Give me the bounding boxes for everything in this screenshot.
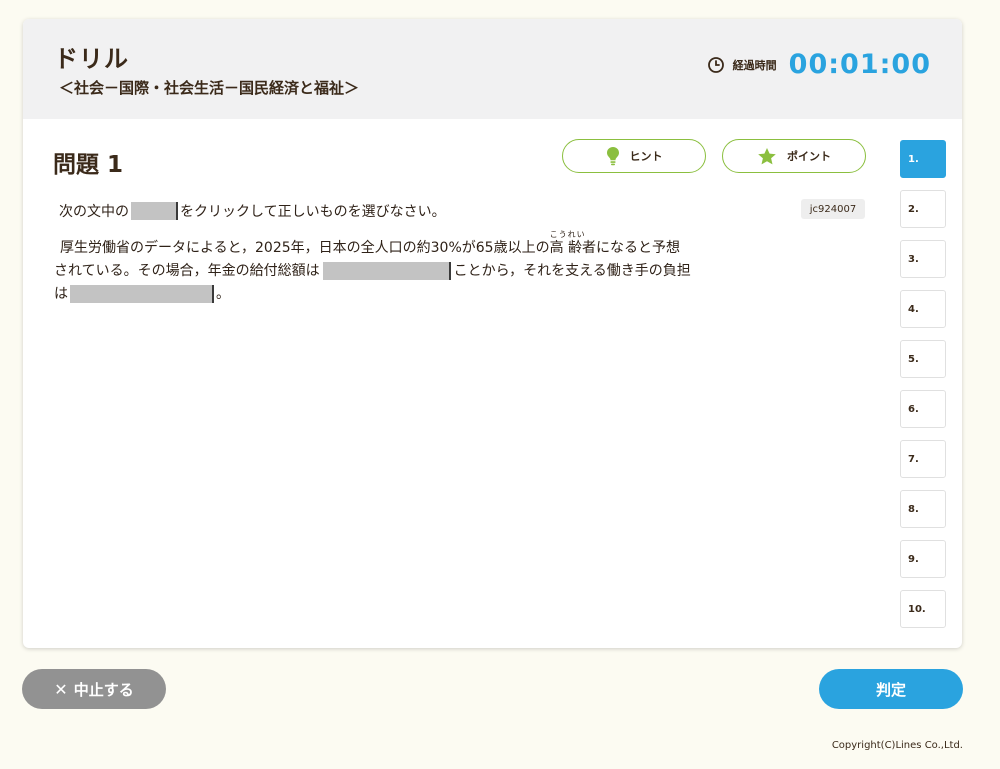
clock-icon <box>707 56 725 74</box>
question-nav-item-3[interactable]: 3. <box>900 240 946 278</box>
passage-text: は <box>54 286 68 302</box>
instruction-after: をクリックして正しいものを選びなさい。 <box>180 204 446 220</box>
question-nav-item-5[interactable]: 5. <box>900 340 946 378</box>
passage-text: 者になると予想 <box>582 240 681 256</box>
passage-text: ことから，それを支える働き手の負担 <box>453 263 691 279</box>
quit-button[interactable]: ✕ 中止する <box>22 669 166 709</box>
timer-label: 経過時間 <box>732 58 777 72</box>
page-title: ドリル <box>54 45 129 73</box>
question-nav-item-8[interactable]: 8. <box>900 490 946 528</box>
instruction-before: 次の文中の <box>59 204 129 220</box>
instruction-text: 次の文中の をクリックして正しいものを選びなさい。 <box>59 201 446 221</box>
drill-card: ドリル ＜社会－国際・社会生活－国民経済と福祉＞ 経過時間 00:01:00 問… <box>23 19 962 648</box>
question-title: 問題 1 <box>53 152 124 178</box>
answer-blank-1[interactable] <box>322 262 451 280</box>
copyright-text: Copyright(C)Lines Co.,Ltd. <box>831 740 963 751</box>
sample-blank <box>131 202 178 220</box>
hint-button[interactable]: ヒント <box>562 139 706 173</box>
star-icon <box>758 147 776 164</box>
passage-line-2: されている。その場合，年金の給付総額は ことから，それを支える働き手の負担 <box>54 260 774 283</box>
passage-text: されている。その場合，年金の給付総額は <box>54 263 320 279</box>
question-nav-item-7[interactable]: 7. <box>900 440 946 478</box>
passage-text: 厚生労働省のデータによると，2025年，日本の全人口の約30%が65歳以上の <box>60 240 550 256</box>
answer-blank-2[interactable] <box>70 285 214 303</box>
elapsed-timer: 経過時間 00:01:00 <box>707 49 931 80</box>
card-header: ドリル ＜社会－国際・社会生活－国民経済と福祉＞ 経過時間 00:01:00 <box>23 19 962 119</box>
question-nav-item-9[interactable]: 9. <box>900 540 946 578</box>
question-code-badge: jc924007 <box>801 199 865 219</box>
question-nav-item-2[interactable]: 2. <box>900 190 946 228</box>
question-nav-item-6[interactable]: 6. <box>900 390 946 428</box>
point-label: ポイント <box>787 150 831 163</box>
question-nav-item-1[interactable]: 1. <box>900 140 946 178</box>
lightbulb-icon <box>606 147 619 166</box>
point-button[interactable]: ポイント <box>722 139 866 173</box>
question-nav-item-4[interactable]: 4. <box>900 290 946 328</box>
judge-button[interactable]: 判定 <box>819 669 963 709</box>
timer-value: 00:01:00 <box>788 49 931 80</box>
question-nav-item-10[interactable]: 10. <box>900 590 946 628</box>
passage-line-1: 厚生労働省のデータによると，2025年，日本の全人口の約30%が65歳以上の こう… <box>54 230 774 260</box>
furigana-word: こうれい高 齢 <box>550 230 585 260</box>
page-subtitle: ＜社会－国際・社会生活－国民経済と福祉＞ <box>59 79 360 97</box>
question-passage: 厚生労働省のデータによると，2025年，日本の全人口の約30%が65歳以上の こう… <box>54 230 774 306</box>
close-icon: ✕ <box>54 679 68 699</box>
furigana-reading: こうれい <box>549 230 586 239</box>
passage-line-3: は。 <box>54 283 774 306</box>
passage-text: 。 <box>216 286 230 302</box>
quit-label: 中止する <box>73 680 134 699</box>
hint-label: ヒント <box>629 150 663 163</box>
